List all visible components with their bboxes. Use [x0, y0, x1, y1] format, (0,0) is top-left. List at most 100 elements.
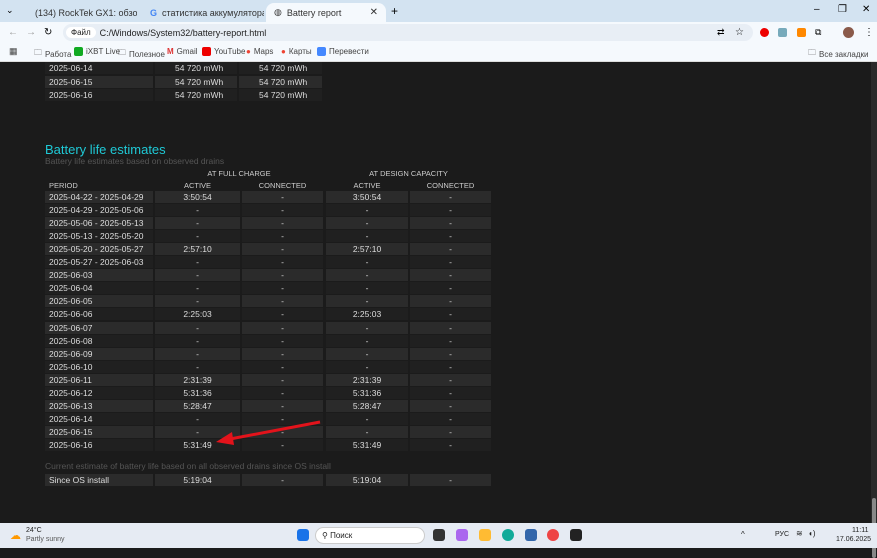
table-cell: 2025-06-09: [45, 347, 153, 360]
scrollbar[interactable]: [871, 62, 877, 558]
extension-icon[interactable]: [778, 28, 787, 37]
table-cell: 2:31:39: [155, 373, 240, 386]
back-button[interactable]: ←: [8, 27, 18, 38]
address-bar[interactable]: Файл C:/Windows/System32/battery-report.h…: [63, 24, 310, 41]
table-row: 2025-04-29 - 2025-05-06- - - -: [45, 204, 493, 217]
tab-battery-report[interactable]: ◍ Battery report ✕: [266, 3, 386, 22]
table-cell: 2025-05-06 - 2025-05-13: [45, 217, 153, 230]
table-cell: 2025-06-14: [45, 62, 153, 74]
table-cell: -: [410, 243, 491, 256]
table-cell: -: [242, 474, 323, 486]
bookmark-ixbt[interactable]: iXBT Live: [74, 47, 120, 56]
all-bookmarks[interactable]: 🗀 Все закладки: [808, 47, 868, 61]
translate-icon[interactable]: ⇄: [717, 27, 725, 38]
terminal-icon[interactable]: [570, 529, 582, 541]
table-cell: 54 720 mWh: [239, 89, 322, 101]
bookmark-maps[interactable]: ● Maps: [246, 47, 273, 56]
table-cell: -: [326, 204, 408, 217]
table-cell: -: [326, 425, 408, 438]
restore-button[interactable]: ❐: [838, 4, 847, 15]
table-cell: -: [242, 295, 323, 308]
weather-text[interactable]: Partly sunny: [26, 536, 65, 543]
table-cell: -: [155, 269, 240, 282]
clock-time[interactable]: 11:11: [852, 527, 868, 534]
tab-youtube[interactable]: (134) RockTek GX1: обзор топо✕: [22, 3, 137, 22]
language-indicator[interactable]: РУС: [775, 531, 789, 538]
col-active-design: ACTIVE: [353, 181, 381, 190]
edge-icon[interactable]: [502, 529, 514, 541]
menu-icon[interactable]: ⋮: [864, 27, 874, 38]
extension-orange-icon[interactable]: [797, 28, 806, 37]
file-chip[interactable]: Файл: [66, 27, 96, 38]
tab-search-button[interactable]: ⌄: [6, 5, 14, 16]
minimize-button[interactable]: –: [814, 4, 820, 15]
table-cell: -: [242, 373, 323, 386]
copilot-icon[interactable]: [456, 529, 468, 541]
close-window-button[interactable]: ✕: [862, 4, 870, 15]
bookmark-karty[interactable]: ● Карты: [281, 47, 312, 56]
table-cell: 2025-06-04: [45, 282, 153, 295]
extension-red-icon[interactable]: [760, 28, 769, 37]
table-cell: 54 720 mWh: [239, 75, 322, 88]
table-row: 2025-06-05- - - -: [45, 295, 493, 308]
bookmark-translate[interactable]: Перевести: [317, 47, 369, 56]
chrome-icon[interactable]: [547, 529, 559, 541]
table-cell: -: [242, 230, 323, 243]
bookmark-rabota[interactable]: 🗀 Работа: [34, 47, 71, 61]
battery-report-page: 2025-06-14 54 720 mWh 54 720 mWh 2025-06-15…: [0, 62, 877, 523]
table-cell: 2025-06-06: [45, 308, 153, 321]
table-row: 2025-06-03- - - -: [45, 269, 493, 282]
tab-google[interactable]: Gстатистика аккумулятора ноут✕: [142, 3, 264, 22]
table-cell: -: [410, 474, 491, 486]
table-row: 2025-06-10- - - -: [45, 360, 493, 373]
table-cell: 2:31:39: [326, 373, 408, 386]
new-tab-button[interactable]: +: [391, 4, 398, 18]
file-explorer-icon[interactable]: [479, 529, 491, 541]
tray-chevron-icon[interactable]: ^: [741, 530, 745, 539]
table-cell: -: [242, 217, 323, 230]
table-row: 2025-05-06 - 2025-05-13- - - -: [45, 217, 493, 230]
gmail-icon: M: [167, 47, 174, 56]
bookmarks-bar: ▦ 🗀 Работа iXBT Live 🗀 Полезное M Gmail You…: [0, 42, 877, 62]
table-cell: 2025-04-22 - 2025-04-29: [45, 191, 153, 203]
reload-button[interactable]: ↻: [44, 27, 52, 38]
bookmark-youtube[interactable]: YouTube: [202, 47, 245, 56]
avatar[interactable]: [843, 27, 854, 38]
table-row: 2025-06-04- - - -: [45, 282, 493, 295]
translate-icon: [317, 47, 326, 56]
forward-button[interactable]: →: [26, 27, 36, 38]
table-cell: -: [410, 217, 491, 230]
table-cell: -: [410, 230, 491, 243]
youtube-icon: [202, 47, 211, 56]
table-cell: -: [326, 217, 408, 230]
bookmark-star-icon[interactable]: ☆: [735, 27, 744, 38]
table-cell: 2:57:10: [155, 243, 240, 256]
table-row: 2025-06-13 5:28:47-5:28:47-: [45, 399, 493, 412]
clock-date[interactable]: 17.06.2025: [836, 536, 871, 543]
table-cell: 5:28:47: [155, 399, 240, 412]
start-button[interactable]: [297, 529, 309, 541]
extensions-puzzle-icon[interactable]: ⧉: [815, 27, 821, 38]
table-cell: 5:19:04: [326, 474, 408, 486]
table-cell: -: [242, 204, 323, 217]
table-cell: -: [242, 386, 323, 399]
table-cell: 5:19:04: [155, 474, 240, 486]
table-cell: -: [242, 308, 323, 321]
store-icon[interactable]: [525, 529, 537, 541]
volume-icon[interactable]: ◖): [808, 529, 816, 538]
table-cell: 54 720 mWh: [155, 62, 237, 74]
task-view-icon[interactable]: [433, 529, 445, 541]
bookmark-gmail[interactable]: M Gmail: [167, 47, 198, 56]
weather-temp[interactable]: 24°C: [26, 527, 42, 534]
table-cell: -: [410, 295, 491, 308]
table-row: 2025-06-08- - - -: [45, 334, 493, 347]
table-cell: 2025-06-03: [45, 269, 153, 282]
search-box[interactable]: ⚲ Поиск: [315, 527, 425, 544]
network-icon[interactable]: ≋: [796, 529, 803, 538]
globe-icon: ◍: [274, 7, 282, 17]
close-tab-icon[interactable]: ✕: [370, 7, 378, 18]
bookmark-poleznoe[interactable]: 🗀 Полезное: [118, 47, 165, 61]
table-cell: -: [242, 269, 323, 282]
tab-strip: ⌄ (134) RockTek GX1: обзор топо✕ Gстатис…: [0, 0, 877, 22]
apps-icon[interactable]: ▦: [9, 46, 18, 57]
